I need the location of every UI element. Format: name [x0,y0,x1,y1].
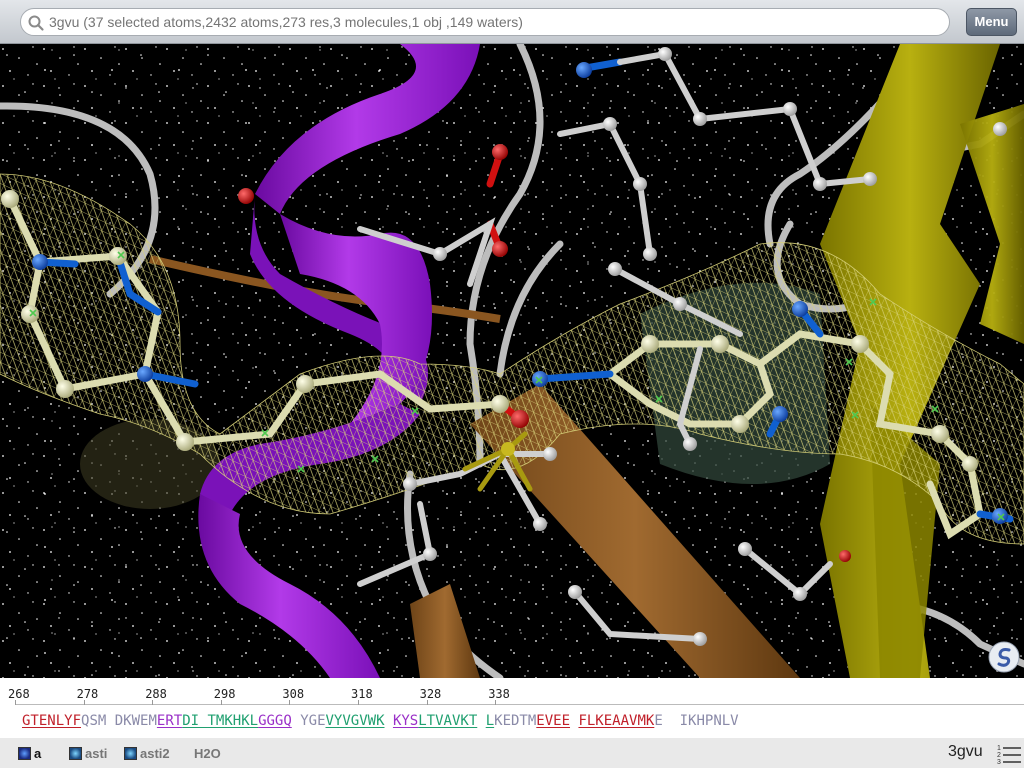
search-input[interactable] [49,12,939,32]
object-label: a [34,746,42,761]
object-label: asti2 [140,746,170,761]
ruler-tick-mark [289,700,291,705]
object-item[interactable]: H2O [194,746,221,761]
sequence-residues[interactable]: GTENLYFQSM DKWEMERTDI TMKHKLGGGQ YGEVYVG… [22,712,739,730]
object-name: 3gvu [948,743,983,760]
sequence-segment-coil[interactable] [570,712,578,730]
ruler-tick-mark [15,700,16,705]
sequence-segment-coil[interactable]: DKWEM [115,712,157,730]
search-field[interactable] [20,8,950,36]
ruler-tick-mark [152,700,154,705]
top-toolbar: Menu [0,0,1024,44]
ruler-tick-label: 308 [282,687,305,701]
sequence-segment-coil[interactable]: QSM [81,712,115,730]
sequence-segment-helix[interactable]: FLKEAAVMK [578,712,654,730]
sequence-segment-coil[interactable] [477,712,485,730]
ruler-tick-label: 318 [351,687,373,701]
svg-text:2: 2 [997,752,1001,759]
object-label: asti [85,746,108,761]
sequence-segment-strand[interactable]: LTVAVKT [418,712,477,730]
sequence-segment-coil[interactable]: KEDTM [494,712,536,730]
ruler-tick-mark [495,700,497,705]
object-toggle-icon[interactable] [124,747,137,760]
sequence-ruler [15,704,1024,705]
sequence-segment-helix[interactable]: GTENLYF [22,712,81,730]
sequence-segment-coil[interactable]: YGE [292,712,325,730]
sequence-segment-coil[interactable]: IKHPNLV [663,712,739,730]
ruler-tick-label: 298 [213,687,236,701]
sequence-segment-turn[interactable]: GGGQ [258,712,292,730]
ruler-tick-label: 328 [419,687,442,701]
ruler-tick-label: 268 [8,687,30,701]
object-item[interactable]: asti2 [124,746,170,761]
ruler-tick-mark [220,700,222,705]
sequence-segment-coil[interactable] [385,712,393,730]
ruler-tick-label: 288 [145,687,167,701]
sequence-segment-strand[interactable]: L [486,712,494,730]
svg-text:3: 3 [997,759,1001,766]
object-label: H2O [194,746,221,761]
object-item[interactable]: a [18,746,41,761]
svg-text:1: 1 [997,745,1001,752]
object-toggle-icon[interactable] [69,747,82,760]
ruler-tick-mark [426,700,428,705]
sequence-segment-turn[interactable]: KYS [393,712,418,730]
object-bar: a asti asti2 H2O [0,738,1024,768]
sequence-segment-strand[interactable]: DI [182,712,207,730]
ruler-tick-mark [83,700,85,705]
sequence-segment-strand[interactable]: VYVGVWK [326,712,385,730]
app-logo[interactable] [988,641,1020,673]
molecule-render [0,44,1024,678]
ruler-tick-label: 278 [76,687,99,701]
ruler-tick-mark [358,700,359,705]
object-toggle-icon[interactable] [18,747,31,760]
sequence-segment-strand[interactable]: TMKHKL [207,712,258,730]
menu-button[interactable]: Menu [966,8,1017,36]
object-item[interactable]: asti [69,746,107,761]
sequence-segment-turn[interactable]: ERT [157,712,182,730]
ruler-tick-label: 338 [488,687,510,701]
sequence-segment-coil[interactable]: E [654,712,662,730]
list-icon[interactable]: 1 2 3 [996,742,1022,766]
sequence-bar[interactable]: 268 278 288 298 308 318 328 338 GTENLYFQSM DKWE… [0,678,1024,738]
sequence-segment-helix[interactable]: EVEE [536,712,570,730]
molecule-viewport[interactable] [0,44,1024,678]
search-icon [28,15,44,31]
